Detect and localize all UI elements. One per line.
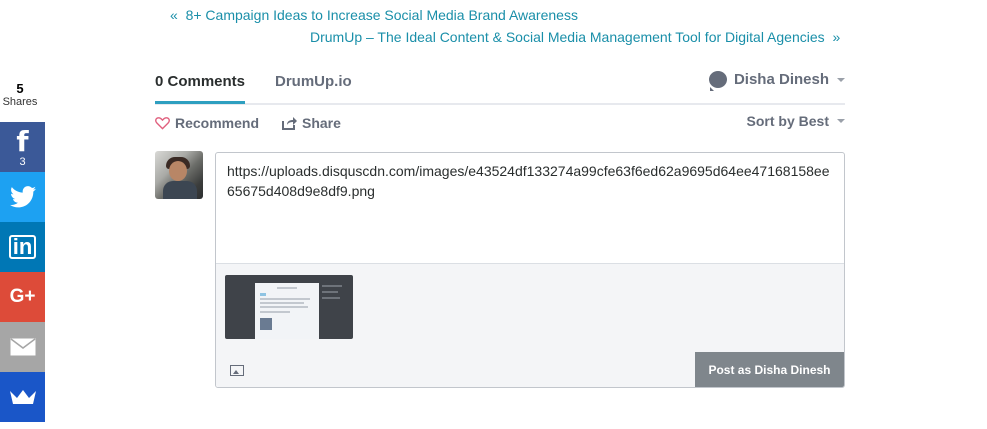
previous-post-title: 8+ Campaign Ideas to Increase Social Med… [185,7,578,23]
google-plus-icon: G+ [9,286,36,307]
avatar[interactable] [155,151,203,199]
email-share-button[interactable] [0,322,45,372]
heart-icon [155,117,170,130]
facebook-share-button[interactable]: f 3 [0,122,45,172]
share-label: Share [302,115,341,131]
share-counter: 5 Shares [0,82,40,109]
attachment-tray [216,263,844,353]
share-total-label: Shares [2,96,38,108]
recommend-button[interactable]: Recommend [155,115,259,131]
next-arrow: » [832,29,841,45]
twitter-icon [9,186,36,208]
user-bubble-icon [708,71,727,91]
sort-dropdown[interactable]: Sort by Best [747,113,845,129]
share-thread-button[interactable]: Share [282,115,341,131]
attachment-thumbnail[interactable] [225,275,353,339]
comments-tab-bar: 0 Comments DrumUp.io Disha Dinesh [155,71,845,105]
chevron-down-icon [837,119,845,123]
comment-composer: https://uploads.disquscdn.com/images/e43… [215,152,845,388]
sort-label: Sort by Best [746,113,829,129]
share-total: 5 [16,81,24,96]
tab-community[interactable]: DrumUp.io [275,73,352,90]
image-upload-icon[interactable] [230,365,244,376]
crown-icon [9,390,36,404]
prev-arrow: « [170,7,178,23]
facebook-icon: f [16,125,29,158]
google-plus-share-button[interactable]: G+ [0,272,45,322]
linkedin-icon: in [8,235,37,259]
next-post-link[interactable]: DrumUp – The Ideal Content & Social Medi… [310,29,840,45]
composer-footer: Post as Disha Dinesh [216,352,844,387]
post-button[interactable]: Post as Disha Dinesh [695,352,844,387]
sumome-share-button[interactable] [0,372,45,422]
facebook-share-count: 3 [19,156,26,168]
tab-comments[interactable]: 0 Comments [155,73,246,104]
chevron-down-icon [837,77,845,82]
user-menu[interactable]: Disha Dinesh [708,71,845,91]
email-icon [10,338,35,356]
twitter-share-button[interactable] [0,172,45,222]
recommend-label: Recommend [175,115,260,131]
next-post-title: DrumUp – The Ideal Content & Social Medi… [310,29,825,45]
user-name: Disha Dinesh [733,71,829,88]
previous-post-link[interactable]: « 8+ Campaign Ideas to Increase Social M… [170,7,578,23]
comment-textarea[interactable]: https://uploads.disquscdn.com/images/e43… [227,161,832,201]
share-icon [282,117,297,130]
linkedin-share-button[interactable]: in [0,222,45,272]
